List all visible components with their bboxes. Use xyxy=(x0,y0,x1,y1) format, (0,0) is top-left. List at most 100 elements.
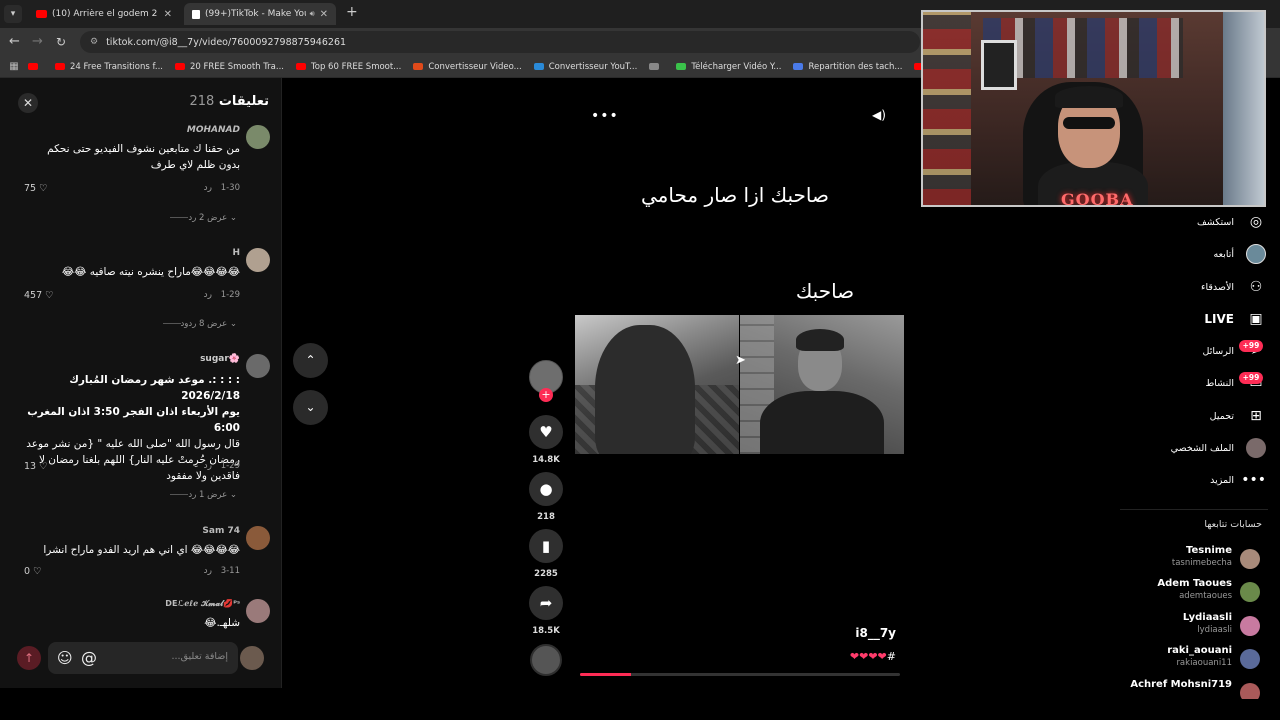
view-replies-button[interactable]: عرض 1 رد ⌄ xyxy=(164,490,237,500)
sidebar-item-following[interactable]: أتابعه xyxy=(1214,244,1266,264)
youtube-icon xyxy=(36,10,47,18)
following-account[interactable]: Lydiaasli lydiaasli xyxy=(1040,612,1260,640)
forward-button[interactable]: → xyxy=(32,34,43,50)
avatar[interactable] xyxy=(246,125,270,149)
emoji-icon[interactable]: ☺ xyxy=(57,649,73,667)
save-button[interactable]: ▮ 2285 xyxy=(529,529,563,579)
my-avatar xyxy=(240,646,264,670)
bookmark-item[interactable]: 20 FREE Smooth Tra... xyxy=(174,62,284,72)
account-handle: rakiaouani11 xyxy=(1176,658,1232,668)
following-account[interactable]: Tesnime tasnimebecha xyxy=(1040,545,1260,573)
music-disc-avatar[interactable] xyxy=(530,644,562,676)
bookmark-item[interactable]: 24 Free Transitions f... xyxy=(55,62,163,72)
previous-video-button[interactable]: ⌃ xyxy=(293,343,328,378)
bookmark-item[interactable] xyxy=(649,63,664,70)
hearts-text: ❤❤❤❤ xyxy=(849,650,887,663)
reply-button[interactable]: رد xyxy=(204,566,212,576)
comment-like-button[interactable]: 457 ♡ xyxy=(24,290,54,301)
sidebar-item-explore[interactable]: ◎ استكشف xyxy=(1197,212,1266,232)
bookmark-label: Convertisseur Video... xyxy=(428,61,522,72)
avatar[interactable] xyxy=(246,248,270,272)
view-replies-button[interactable]: عرض 2 رد ⌄ xyxy=(164,213,237,223)
comment-username[interactable]: MOHANAD xyxy=(187,125,240,135)
bookmark-favicon-icon xyxy=(174,63,185,70)
comment-username[interactable]: 🌸sugar xyxy=(200,354,240,364)
reload-button[interactable]: ↻ xyxy=(56,34,66,50)
address-bar[interactable]: ⚙ tiktok.com/@i8__7y/video/7600092798875… xyxy=(80,31,920,53)
comment-text-line: : : : :. موعد شهر رمضان المُبارك 2026/2/… xyxy=(69,374,240,402)
avatar[interactable] xyxy=(246,526,270,550)
bookmark-favicon-icon xyxy=(533,63,544,70)
comment-text: من حقنا ك متابعين نشوف الفيديو حتى نحكم … xyxy=(47,143,240,171)
close-icon[interactable]: ✕ xyxy=(164,9,172,20)
comment-button[interactable]: ● 218 xyxy=(529,472,563,522)
chevron-down-icon: ⌄ xyxy=(229,213,237,223)
following-account[interactable]: Achref Mohsni719 xyxy=(1040,679,1260,699)
reply-button[interactable]: رد xyxy=(204,461,212,471)
sidebar-item-more[interactable]: ••• المزيد xyxy=(1210,470,1266,490)
comment-like-button[interactable]: 13 ♡ xyxy=(24,461,48,472)
bookmark-item[interactable]: Convertisseur YouT... xyxy=(533,62,637,72)
avatar xyxy=(1240,582,1260,602)
sidebar-item-upload[interactable]: ⊞ تحميل xyxy=(1210,406,1266,426)
view-replies-button[interactable]: عرض 8 ردود ⌄ xyxy=(157,319,237,329)
avatar xyxy=(1240,683,1260,699)
comment-like-button[interactable]: 75 ♡ xyxy=(24,183,48,194)
close-comments-button[interactable]: ✕ xyxy=(18,93,38,113)
share-button[interactable]: ➦ 18.5K xyxy=(529,586,563,636)
hashtag-text[interactable]: # xyxy=(887,650,896,663)
view-replies-label: عرض 1 رد xyxy=(188,490,228,500)
video-frame-left[interactable] xyxy=(575,315,739,454)
comment-username[interactable]: H xyxy=(232,248,240,258)
comment-username[interactable]: DEℒℯℓℯ 𝓚𝓶𝓪𝓵💋ᴾˢ xyxy=(165,599,240,609)
bookmark-label: 24 Free Transitions f... xyxy=(70,61,163,72)
video-progress-fill xyxy=(580,673,632,676)
close-icon[interactable]: ✕ xyxy=(320,9,328,20)
streamer-logo: GOOBA xyxy=(1061,190,1134,207)
tab-search-button[interactable]: ▾ xyxy=(4,5,22,23)
bookmark-item[interactable]: Repartition des tach... xyxy=(793,62,902,72)
tab-youtube[interactable]: (10) Arrière el godem 2 Épisode ✕ xyxy=(28,3,180,25)
mention-icon[interactable]: @ xyxy=(81,648,97,667)
site-info-icon[interactable]: ⚙ xyxy=(90,37,98,47)
heart-outline-icon: ♡ xyxy=(39,183,48,194)
bookmark-list: 24 Free Transitions f... 20 FREE Smooth T… xyxy=(28,62,1030,72)
save-count: 2285 xyxy=(534,569,558,579)
following-account[interactable]: Adem Taoues ademtaoues xyxy=(1040,578,1260,606)
like-button[interactable]: ♥ 14.8K xyxy=(529,415,563,465)
bookmark-favicon-icon xyxy=(296,63,306,70)
back-button[interactable]: ← xyxy=(9,34,20,50)
sidebar-item-live[interactable]: ▣ LIVE xyxy=(1204,309,1266,329)
reply-button[interactable]: رد xyxy=(204,183,212,193)
video-author-username[interactable]: i8__7y xyxy=(820,626,896,640)
comment-input[interactable]: ☺ @ إضافة تعليق... xyxy=(48,642,238,674)
new-tab-button[interactable]: + xyxy=(346,4,358,20)
bookmark-item[interactable] xyxy=(28,63,43,70)
volume-icon[interactable]: ◀︎) xyxy=(872,108,886,122)
comment-text: 😂😂😂😂ماراح ينشره نيته صافيه 😂😂 xyxy=(61,266,240,278)
comment-username[interactable]: Sam 74 xyxy=(202,526,240,536)
following-account[interactable]: raki_aouani rakiaouani11 xyxy=(1040,645,1260,673)
follow-plus-button[interactable]: + xyxy=(539,388,553,402)
bookmark-item[interactable]: Convertisseur Video... xyxy=(413,61,522,72)
sidebar-item-profile[interactable]: الملف الشخصي xyxy=(1171,438,1266,458)
avatar[interactable] xyxy=(246,599,270,623)
speaker-icon[interactable]: 🔊︎ xyxy=(310,9,315,19)
comment-like-button[interactable]: 0 ♡ xyxy=(24,566,42,577)
bookmark-item[interactable]: Télécharger Vidéo Y... xyxy=(676,62,781,72)
more-options-icon[interactable]: ••• xyxy=(591,108,619,124)
video-progress-bar[interactable] xyxy=(580,673,900,676)
send-comment-button[interactable]: ↑ xyxy=(17,646,41,670)
tab-tiktok[interactable]: (99+)TikTok - Make Your Da 🔊︎ ✕ xyxy=(184,3,336,25)
reply-button[interactable]: رد xyxy=(204,290,212,300)
apps-grid-icon[interactable]: ▦ xyxy=(0,61,28,72)
sidebar-item-friends[interactable]: ⚇ الأصدقاء xyxy=(1201,277,1266,297)
account-handle: ademtaoues xyxy=(1179,591,1232,601)
like-count: 0 xyxy=(24,566,31,577)
bookmark-item[interactable]: Top 60 FREE Smoot... xyxy=(296,62,401,72)
next-video-button[interactable]: ⌄ xyxy=(293,390,328,425)
bookmark-favicon-icon xyxy=(793,63,804,70)
video-frame-right[interactable] xyxy=(740,315,904,454)
avatar[interactable] xyxy=(246,354,270,378)
comment-text-line: قال رسول الله "صلى الله عليه " {من نشر م… xyxy=(26,438,240,482)
